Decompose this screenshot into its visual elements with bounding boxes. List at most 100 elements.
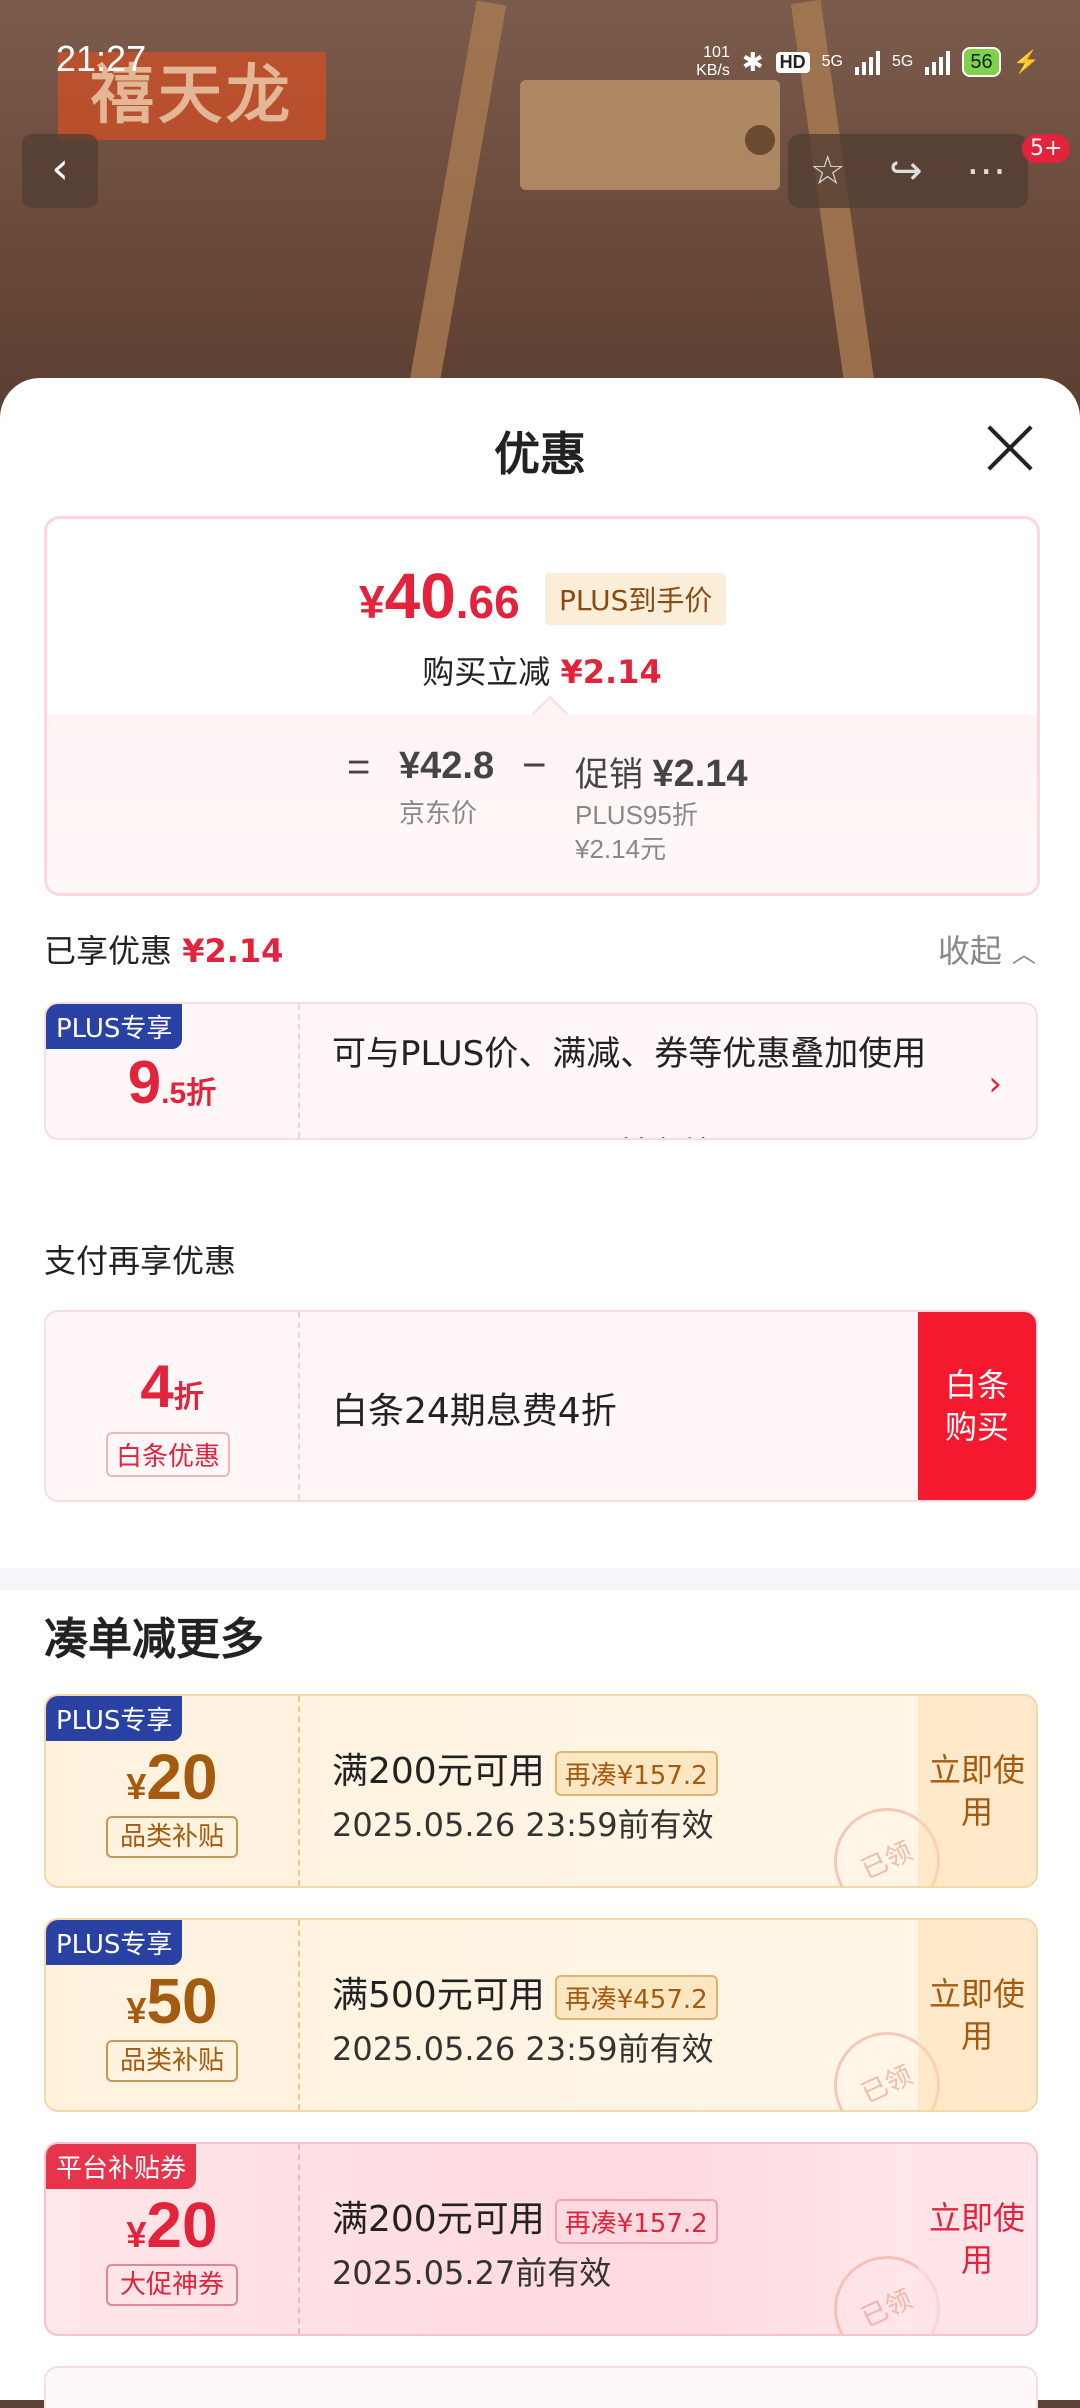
plus-card-desc: 可与PLUS价、满减、券等优惠叠加使用 — [332, 1034, 927, 1074]
coupon-tag: 平台补贴券 — [46, 2144, 197, 2189]
charging-icon: ⚡ — [1012, 49, 1040, 74]
enjoyed-discount: 已享优惠 ¥2.14 — [44, 926, 283, 972]
chevron-right-icon: › — [988, 1064, 1002, 1104]
promo-detail-amount: ¥2.14元 — [575, 834, 667, 864]
coupon-addmore-tag: 再凑¥157.2 — [554, 1750, 718, 1796]
coupon-tag: PLUS专享 — [46, 1696, 183, 1741]
baitiao-discount-unit: 折 — [173, 1381, 204, 1414]
price-integer: 40 — [384, 560, 456, 632]
section-divider — [0, 1568, 1080, 1590]
coupon-currency: ¥ — [126, 2214, 147, 2255]
use-now-button[interactable]: 立即使用 — [918, 1920, 1036, 2110]
plus-card-valid: 2025.07.31 00:00前有效 — [332, 1128, 714, 1138]
back-button[interactable]: ‹ — [22, 134, 98, 208]
instant-reduce-label: 购买立减 — [422, 653, 551, 691]
bluetooth-icon: ✱ — [741, 46, 764, 77]
more-icon[interactable]: ⋯ — [966, 148, 1006, 194]
baitiao-discount: 4折 — [46, 1352, 298, 1421]
coupon-addmore-tag: 再凑¥157.2 — [554, 2198, 718, 2244]
signal-icon — [855, 49, 880, 75]
status-time: 21:27 — [56, 38, 147, 79]
collapse-label: 收起 — [937, 932, 1002, 970]
baitiao-tag: 白条优惠 — [106, 1432, 231, 1477]
baitiao-card: 4折 白条优惠 白条24期息费4折 白条购买 — [44, 1310, 1038, 1502]
battery-icon: 56 — [962, 47, 1001, 77]
coupon-condition-text: 满500元可用 — [332, 1975, 545, 2016]
coupon-addmore-tag: 再凑¥457.2 — [554, 1974, 718, 2020]
sheet-title: 优惠 — [494, 427, 586, 481]
coupon-valid: 2025.05.26 23:59前有效 — [332, 2030, 714, 2068]
baitiao-desc: 白条24期息费4折 — [332, 1391, 617, 1432]
favorite-star-icon[interactable]: ☆ — [810, 148, 846, 194]
coupon-condition: 满200元可用 再凑¥157.2 — [332, 1742, 718, 1796]
coupon-amount-value: 20 — [146, 2189, 218, 2261]
instant-reduce-value: ¥2.14 — [560, 653, 662, 691]
coupon-amount: ¥20 — [46, 1740, 298, 1814]
baitiao-buy-button[interactable]: 白条购买 — [918, 1312, 1036, 1500]
equals-sign: = — [347, 745, 371, 789]
plus-price-tag: PLUS到手价 — [545, 573, 727, 625]
coupon-card-partial — [44, 2366, 1038, 2408]
coupon-amount-value: 50 — [146, 1965, 218, 2037]
discount-integer: 9 — [127, 1049, 162, 1116]
coupon-amount: ¥50 — [46, 1964, 298, 2038]
product-image-knob — [745, 125, 775, 155]
collapse-button[interactable]: 收起 ︿ — [938, 926, 1036, 972]
plus-discount-rate: 9.5折 — [46, 1048, 298, 1117]
discount-decimal: .5折 — [161, 1077, 217, 1110]
enjoyed-label: 已享优惠 — [44, 932, 173, 970]
plus-exclusive-tag: PLUS专享 — [46, 1004, 183, 1049]
coupon-valid: 2025.05.27前有效 — [332, 2254, 612, 2292]
product-image-drawer — [520, 80, 780, 190]
use-now-button[interactable]: 立即使用 — [918, 2144, 1036, 2334]
net-speed-indicator: 101 KB/s — [696, 44, 730, 80]
coupon-amount: ¥20 — [46, 2188, 298, 2262]
promo-detail: PLUS95折 — [575, 800, 698, 830]
coupon-valid: 2025.05.26 23:59前有效 — [332, 1806, 714, 1844]
promo-amount: 促销 ¥2.14 — [575, 747, 748, 796]
coupon-tag: PLUS专享 — [46, 1920, 183, 1965]
coupon-category: 品类补贴 — [106, 2040, 238, 2082]
coupon-condition-text: 满200元可用 — [332, 1751, 545, 1792]
coupon-card: 平台补贴券 ¥20 大促神券 满200元可用 再凑¥157.2 2025.05.2… — [44, 2142, 1038, 2336]
share-icon[interactable]: ↪ — [889, 148, 923, 194]
net-speed-unit: KB/s — [696, 62, 730, 79]
use-now-button[interactable]: 立即使用 — [918, 1696, 1036, 1886]
promotion-sheet: 优惠 ¥40.66 PLUS到手价 购买立减 ¥2.14 = ¥42.8 京东价… — [0, 378, 1080, 2408]
net-speed-value: 101 — [703, 44, 730, 61]
baitiao-discount-value: 4 — [140, 1353, 174, 1420]
message-badge: 5+ — [1022, 134, 1071, 163]
instant-reduce: 购买立减 ¥2.14 — [47, 647, 1037, 693]
coupon-condition: 满500元可用 再凑¥457.2 — [332, 1966, 718, 2020]
coupon-condition-text: 满200元可用 — [332, 2199, 545, 2240]
coupon-category: 品类补贴 — [106, 1816, 238, 1858]
status-icons: 101 KB/s ✱ HD 5G 5G 56 ⚡ — [696, 44, 1040, 80]
promo-label: 促销 — [575, 756, 643, 794]
promo-value: ¥2.14 — [652, 753, 748, 795]
sim1-label: 5G — [821, 53, 843, 70]
chevron-up-icon: ︿ — [1012, 940, 1036, 968]
plus-discount-card[interactable]: PLUS专享 9.5折 可与PLUS价、满减、券等优惠叠加使用 2025.07.… — [44, 1002, 1038, 1140]
coupon-card: PLUS专享 ¥50 品类补贴 满500元可用 再凑¥457.2 2025.05.… — [44, 1918, 1038, 2112]
close-icon[interactable] — [984, 422, 1036, 474]
price-currency: ¥ — [359, 576, 385, 628]
jd-price-label: 京东价 — [399, 798, 478, 828]
enjoyed-value: ¥2.14 — [182, 932, 284, 970]
price-breakdown-box: ¥40.66 PLUS到手价 购买立减 ¥2.14 = ¥42.8 京东价 − … — [44, 516, 1040, 896]
signal-icon — [925, 49, 951, 75]
nav-actions: ☆ ↪ ⋯ — [788, 134, 1028, 208]
coupon-currency: ¥ — [126, 1766, 147, 1807]
minus-sign: − — [522, 741, 547, 788]
coupon-condition: 满200元可用 再凑¥157.2 — [332, 2190, 718, 2244]
status-bar: 21:27 101 KB/s ✱ HD 5G 5G 56 ⚡ — [56, 38, 1040, 88]
coupon-card: PLUS专享 ¥20 品类补贴 满200元可用 再凑¥157.2 2025.05.… — [44, 1694, 1038, 1888]
price-calc-area: = ¥42.8 京东价 − 促销 ¥2.14 PLUS95折 ¥2.14元 — [47, 715, 1037, 893]
sim2-label: 5G — [892, 53, 914, 70]
coupon-category: 大促神券 — [106, 2264, 238, 2306]
chevron-left-icon: ‹ — [51, 143, 69, 194]
more-section-title: 凑单减更多 — [44, 1614, 264, 1665]
coupon-amount-value: 20 — [146, 1741, 218, 1813]
final-price: ¥40.66 — [359, 559, 520, 633]
pay-section-title: 支付再享优惠 — [44, 1242, 237, 1280]
hd-icon: HD — [775, 51, 810, 73]
